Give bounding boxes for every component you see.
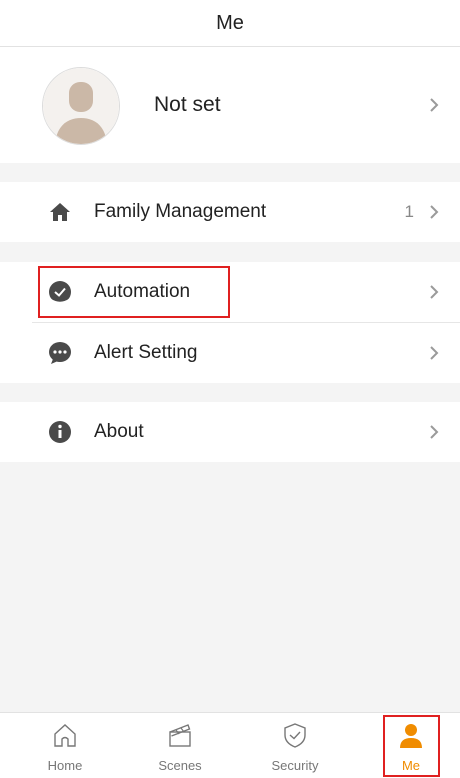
page-title: Me bbox=[216, 11, 244, 34]
chevron-right-icon bbox=[426, 282, 442, 302]
shield-check-icon bbox=[280, 720, 310, 750]
tab-security-label: Security bbox=[271, 758, 319, 773]
family-count: 1 bbox=[404, 202, 414, 221]
bottom-tab-bar: Home Scenes Security Me bbox=[0, 712, 460, 778]
home-icon bbox=[47, 199, 73, 225]
chat-bubble-icon bbox=[47, 340, 73, 366]
about-row[interactable]: About bbox=[0, 402, 460, 462]
page-header: Me bbox=[0, 0, 460, 47]
family-management-row[interactable]: Family Management 1 bbox=[0, 182, 460, 242]
family-section: Family Management 1 bbox=[0, 182, 460, 242]
family-management-label: Family Management bbox=[94, 201, 267, 222]
tab-home-label: Home bbox=[47, 758, 83, 773]
chevron-right-icon bbox=[426, 202, 442, 222]
home-outline-icon bbox=[50, 720, 80, 750]
default-avatar-icon bbox=[43, 68, 119, 144]
tab-security[interactable]: Security bbox=[255, 713, 335, 778]
me-tab-highlight-box bbox=[383, 715, 440, 777]
tab-scenes-label: Scenes bbox=[158, 758, 202, 773]
about-section: About bbox=[0, 402, 460, 462]
chevron-right-icon bbox=[426, 422, 442, 442]
chevron-right-icon bbox=[426, 95, 442, 115]
profile-section[interactable]: Not set bbox=[0, 47, 460, 163]
info-icon bbox=[47, 419, 73, 445]
about-label: About bbox=[94, 421, 144, 442]
tab-scenes[interactable]: Scenes bbox=[140, 713, 220, 778]
alert-setting-row[interactable]: Alert Setting bbox=[0, 323, 460, 383]
clapperboard-icon bbox=[165, 720, 195, 750]
tab-home[interactable]: Home bbox=[25, 713, 105, 778]
profile-name: Not set bbox=[154, 93, 221, 116]
alert-setting-label: Alert Setting bbox=[94, 342, 198, 363]
automation-highlight-box bbox=[38, 266, 230, 318]
avatar[interactable] bbox=[42, 67, 120, 145]
chevron-right-icon bbox=[426, 343, 442, 363]
